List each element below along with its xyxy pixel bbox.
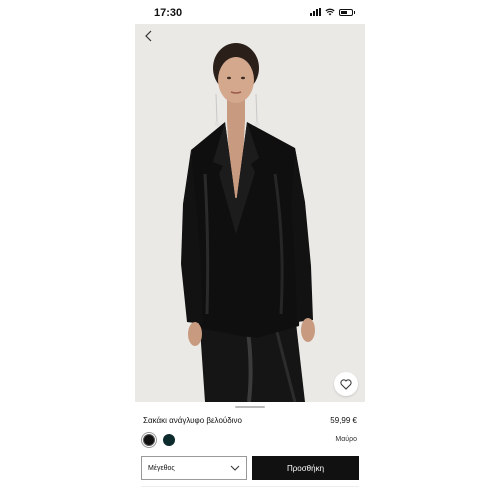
color-swatch-dark-teal[interactable] bbox=[163, 434, 175, 446]
sheet-handle[interactable] bbox=[235, 406, 265, 408]
battery-icon bbox=[339, 8, 353, 16]
favorite-button[interactable] bbox=[334, 372, 358, 396]
size-select[interactable]: Μέγεθος bbox=[141, 456, 247, 480]
status-time: 17:30 bbox=[154, 7, 183, 19]
color-swatch-black[interactable] bbox=[141, 432, 157, 448]
add-to-cart-button[interactable]: Προσθήκη bbox=[252, 456, 359, 480]
size-select-label: Μέγεθος bbox=[148, 464, 175, 472]
status-icons bbox=[310, 8, 355, 16]
phone-screen: 17:30 Σακάκι ανάγλυφο βελούδινο 59,99 € … bbox=[135, 0, 365, 500]
product-header: Σακάκι ανάγλυφο βελούδινο 59,99 € bbox=[143, 416, 357, 425]
product-name: Σακάκι ανάγλυφο βελούδινο bbox=[143, 416, 242, 425]
wifi-icon bbox=[325, 8, 335, 16]
battery-tip bbox=[354, 10, 355, 14]
selected-color-label: Μαύρο bbox=[335, 436, 357, 443]
status-bar: 17:30 bbox=[135, 0, 365, 24]
model-illustration bbox=[135, 24, 365, 402]
more-content-peek bbox=[141, 486, 359, 500]
product-price: 59,99 € bbox=[330, 416, 357, 425]
product-image[interactable] bbox=[135, 24, 365, 402]
heart-icon bbox=[340, 378, 352, 390]
chevron-left-icon[interactable] bbox=[142, 29, 156, 43]
add-to-cart-label: Προσθήκη bbox=[286, 463, 325, 473]
signal-icon bbox=[310, 8, 321, 16]
color-swatches bbox=[141, 432, 175, 448]
chevron-down-icon bbox=[230, 465, 240, 471]
